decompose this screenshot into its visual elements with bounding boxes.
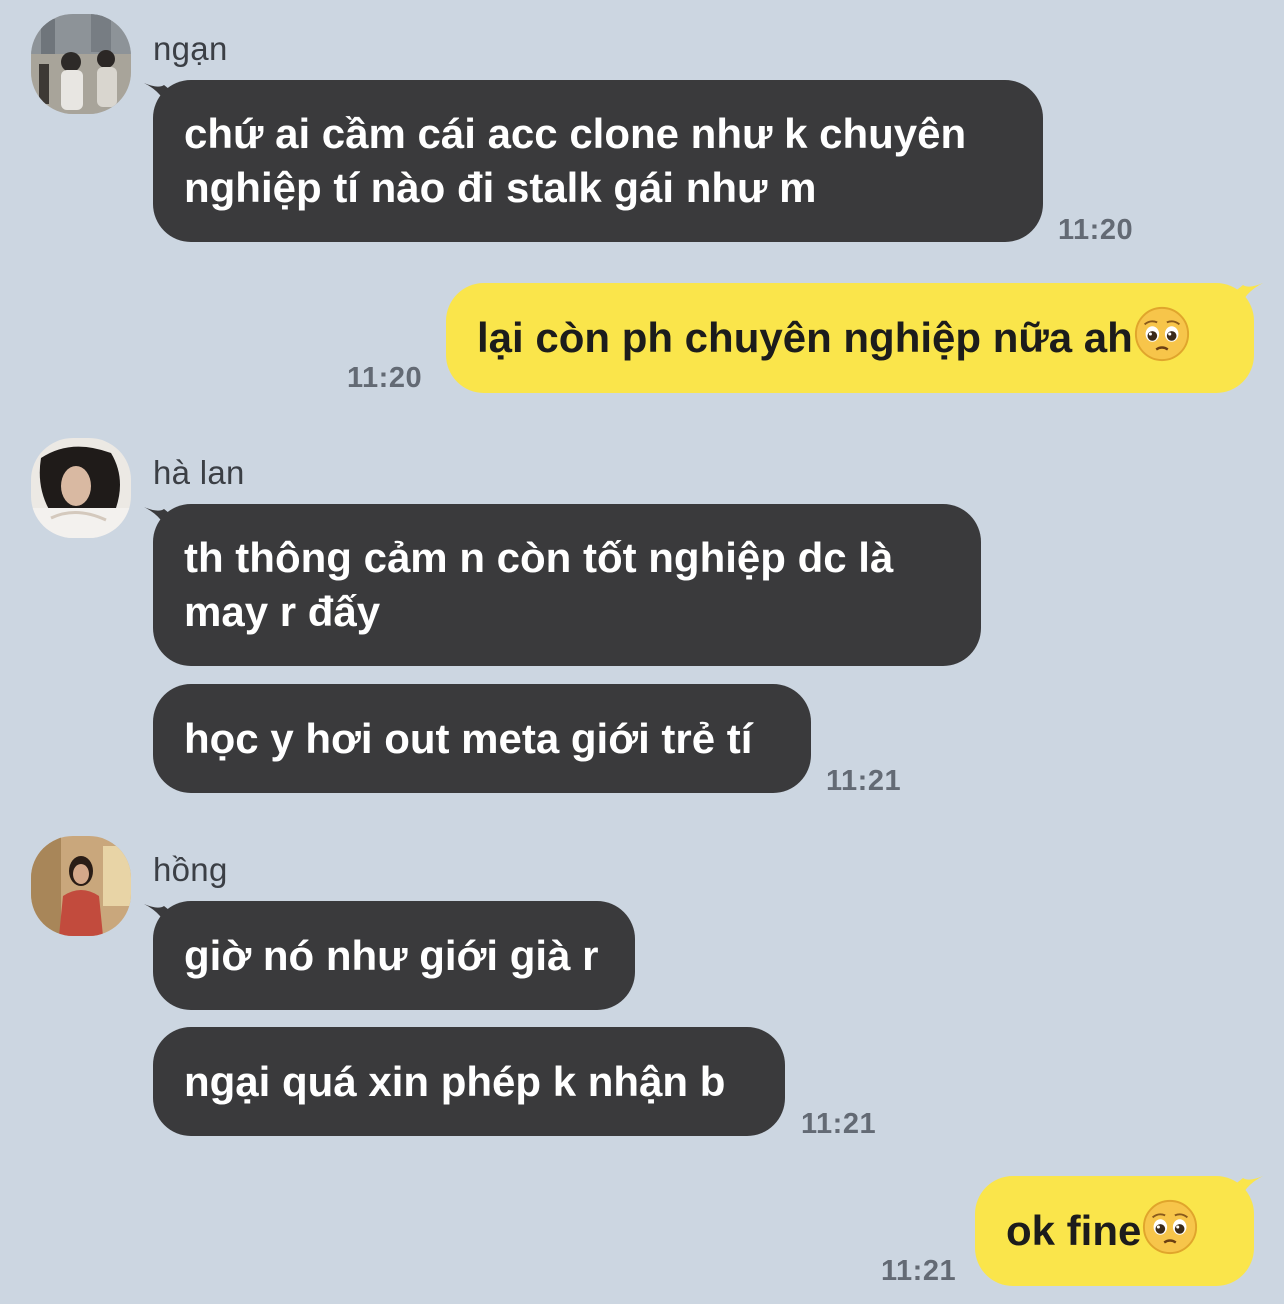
message-bubble-incoming[interactable]: th thông cảm n còn tốt nghiệp dc là may … — [153, 504, 981, 666]
message-text: chứ ai cầm cái acc clone như k chuyên ng… — [184, 110, 967, 211]
message-time: 11:21 — [826, 765, 902, 797]
avatar-hong[interactable] — [31, 836, 131, 936]
avatar-ngan[interactable] — [31, 14, 131, 114]
message-time: 11:21 — [801, 1108, 877, 1140]
message-time: 11:21 — [881, 1255, 957, 1287]
message-text: th thông cảm n còn tốt nghiệp dc là may … — [184, 534, 894, 635]
pleading-face-emoji-icon — [1143, 1199, 1198, 1255]
message-bubble-outgoing[interactable]: ok fine — [975, 1176, 1254, 1286]
avatar-ngan-image — [31, 14, 131, 114]
chat-view[interactable]: ngạn chứ ai cầm cái acc clone như k chuy… — [0, 0, 1284, 1304]
message-time: 11:20 — [347, 362, 423, 394]
message-text: lại còn ph chuyên nghiệp nữa ah — [477, 314, 1133, 361]
message-bubble-outgoing[interactable]: lại còn ph chuyên nghiệp nữa ah — [446, 283, 1254, 393]
pleading-face-emoji-icon — [1134, 306, 1189, 362]
message-text: ok fine — [1006, 1207, 1142, 1254]
sender-name: ngạn — [153, 30, 228, 67]
sender-name: hà lan — [153, 454, 245, 491]
avatar-ha-lan[interactable] — [31, 438, 131, 538]
message-text: học y hơi out meta giới trẻ tí — [184, 714, 753, 762]
avatar-ha-lan-image — [31, 438, 131, 538]
avatar-hong-image — [31, 836, 131, 936]
message-text: ngại quá xin phép k nhận b — [184, 1057, 726, 1105]
message-bubble-incoming[interactable]: học y hơi out meta giới trẻ tí — [153, 684, 811, 793]
message-bubble-incoming[interactable]: chứ ai cầm cái acc clone như k chuyên ng… — [153, 80, 1043, 242]
message-time: 11:20 — [1058, 214, 1134, 246]
message-text: giờ nó như giới già r — [184, 931, 599, 979]
sender-name: hồng — [153, 851, 228, 888]
message-bubble-incoming[interactable]: giờ nó như giới già r — [153, 901, 635, 1010]
message-bubble-incoming[interactable]: ngại quá xin phép k nhận b — [153, 1027, 785, 1136]
